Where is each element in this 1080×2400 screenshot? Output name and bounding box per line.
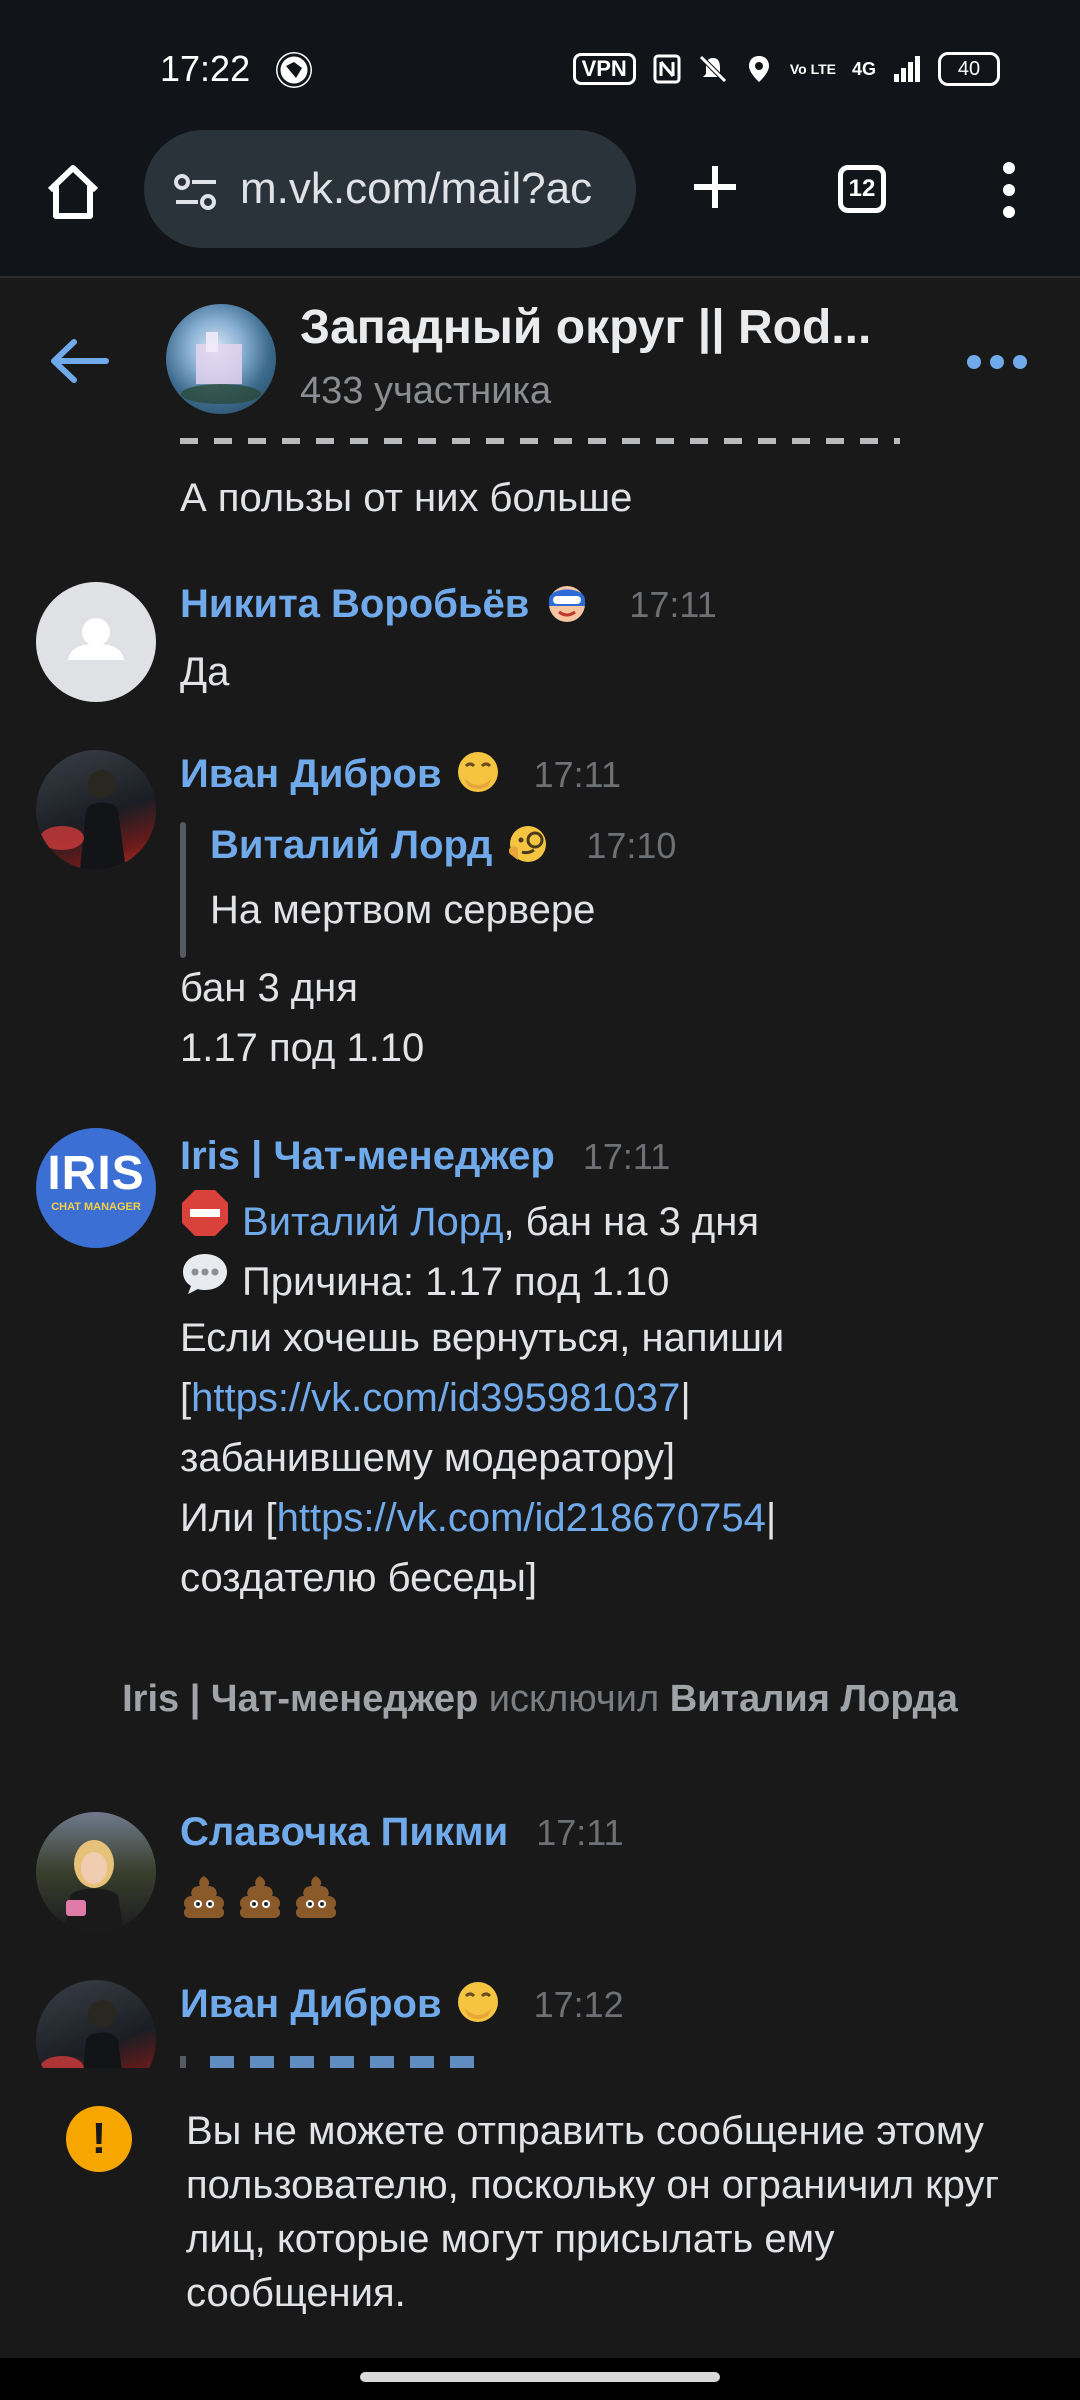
poop-emoji-icon bbox=[180, 1874, 228, 1923]
system-target[interactable]: Виталия Лорда bbox=[670, 1678, 958, 1720]
browser-menu-icon[interactable] bbox=[994, 160, 1024, 220]
message-header: Iris | Чат-менеджер 17:11 bbox=[180, 1134, 670, 1179]
bracket-text: [ bbox=[180, 1376, 192, 1420]
mention-link[interactable]: Виталий Лорд bbox=[242, 1192, 503, 1252]
home-icon[interactable] bbox=[40, 160, 106, 226]
battery-icon: 40 bbox=[938, 52, 1000, 86]
status-time: 17:22 bbox=[160, 48, 251, 89]
url-text[interactable]: m.vk.com/mail?ac bbox=[240, 164, 620, 214]
chat-member-count[interactable]: 433 участника bbox=[300, 370, 551, 413]
system-actor[interactable]: Iris | Чат-менеджер bbox=[122, 1678, 478, 1720]
message-header: Никита Воробьёв 17:11 bbox=[180, 580, 717, 629]
or-text: Или [ bbox=[180, 1496, 277, 1540]
message-line: Виталий Лорд , бан на 3 дня bbox=[180, 1188, 759, 1255]
profile-link[interactable]: https://vk.com/id218670754 bbox=[277, 1496, 766, 1540]
quoted-sender-name[interactable]: Виталий Лорд bbox=[210, 823, 492, 868]
sender-name[interactable]: Iris | Чат-менеджер bbox=[180, 1134, 555, 1179]
poop-emoji-icon bbox=[236, 1874, 284, 1923]
new-tab-icon[interactable] bbox=[690, 162, 740, 212]
partial-quote-fragment bbox=[210, 2056, 490, 2068]
quoted-time: 17:10 bbox=[586, 824, 677, 866]
speech-bubble-icon bbox=[180, 1248, 230, 1315]
system-message: Iris | Чат-менеджер исключил Виталия Лор… bbox=[0, 1678, 1080, 1721]
site-settings-icon[interactable] bbox=[172, 172, 220, 212]
avatar[interactable] bbox=[36, 582, 156, 702]
message-text: забанившему модератору] bbox=[180, 1436, 675, 1480]
message-time: 17:12 bbox=[533, 1983, 624, 2025]
message-list[interactable]: А пользы от них больше Никита Воробьёв 1… bbox=[0, 438, 1080, 2068]
reason-text: Причина: 1.17 под 1.10 bbox=[242, 1259, 670, 1304]
nfc-icon bbox=[652, 54, 682, 84]
superhero-emoji-icon bbox=[545, 580, 589, 629]
stop-sign-icon bbox=[180, 1188, 230, 1255]
message-text: создателю беседы] bbox=[180, 1556, 537, 1600]
message-time: 17:11 bbox=[582, 1135, 671, 1177]
message-line: [https://vk.com/id395981037| bbox=[180, 1368, 691, 1428]
signal-icon bbox=[892, 54, 922, 84]
quoted-text: На мертвом сервере bbox=[210, 888, 596, 932]
profile-link[interactable]: https://vk.com/id395981037 bbox=[191, 1376, 680, 1420]
system-action: исключил bbox=[478, 1678, 670, 1720]
restriction-notice-text: Вы не можете отправить сообщение этому п… bbox=[186, 2109, 1000, 2315]
app-notification-icon bbox=[276, 52, 312, 88]
poop-emoji-icon bbox=[292, 1874, 340, 1923]
sender-name[interactable]: Славочка Пикми bbox=[180, 1810, 508, 1855]
avatar-logo-subtext: CHAT MANAGER bbox=[51, 1201, 141, 1213]
location-icon bbox=[744, 54, 774, 84]
sender-name[interactable]: Никита Воробьёв bbox=[180, 582, 529, 627]
tab-switcher-button[interactable]: 12 bbox=[838, 165, 886, 213]
message-header: Иван Дибров 17:12 bbox=[180, 1978, 624, 2031]
group-avatar[interactable] bbox=[166, 304, 276, 414]
message-line: Или [https://vk.com/id218670754| bbox=[180, 1488, 776, 1548]
message-text: А пользы от них больше bbox=[180, 476, 633, 520]
message-time: 17:11 bbox=[536, 1811, 624, 1853]
iris-avatar[interactable]: IRIS CHAT MANAGER bbox=[36, 1128, 156, 1248]
quote-bar bbox=[180, 822, 186, 958]
chat-title[interactable]: Западный округ || Rod... bbox=[300, 300, 871, 355]
message-line: Причина: 1.17 под 1.10 bbox=[180, 1248, 669, 1315]
quote-bar bbox=[180, 2056, 186, 2068]
status-icons: VPN Vo LTE 4G 40 bbox=[572, 52, 1000, 86]
monocle-emoji-icon bbox=[504, 818, 554, 873]
message-text: 1.17 под 1.10 bbox=[180, 1026, 425, 1070]
partial-text-fragment bbox=[180, 438, 900, 444]
quote-header: Виталий Лорд 17:10 bbox=[210, 818, 676, 873]
network-type-label: 4G bbox=[851, 58, 876, 79]
message-header: Иван Дибров 17:11 bbox=[180, 748, 621, 801]
message-text: Если хочешь вернуться, напиши bbox=[180, 1316, 785, 1360]
message-text: Да bbox=[180, 650, 230, 694]
ban-text: , бан на 3 дня bbox=[503, 1199, 760, 1244]
hand-over-mouth-emoji-icon bbox=[454, 1978, 502, 2031]
message-time: 17:11 bbox=[533, 753, 622, 795]
message-time: 17:11 bbox=[629, 583, 717, 625]
message-emojis bbox=[180, 1874, 340, 1923]
gesture-handle[interactable] bbox=[360, 2372, 720, 2382]
avatar[interactable] bbox=[36, 1812, 156, 1932]
message-text: бан 3 дня bbox=[180, 966, 358, 1010]
sender-name[interactable]: Иван Дибров bbox=[180, 752, 442, 797]
warning-icon: ! bbox=[66, 2106, 132, 2172]
message-header: Славочка Пикми 17:11 bbox=[180, 1810, 624, 1855]
hand-over-mouth-emoji-icon bbox=[454, 748, 502, 801]
avatar[interactable] bbox=[36, 1980, 156, 2068]
back-arrow-icon[interactable] bbox=[46, 336, 112, 386]
separator-text: | bbox=[680, 1376, 691, 1420]
avatar-logo-text: IRIS bbox=[47, 1147, 145, 1200]
avatar[interactable] bbox=[36, 750, 156, 870]
separator-text: | bbox=[765, 1496, 777, 1540]
volte-icon: Vo LTE bbox=[789, 61, 836, 77]
mute-icon bbox=[698, 54, 728, 84]
more-options-icon[interactable] bbox=[964, 352, 1030, 372]
sender-name[interactable]: Иван Дибров bbox=[180, 1982, 442, 2027]
vpn-icon: VPN bbox=[572, 53, 636, 85]
